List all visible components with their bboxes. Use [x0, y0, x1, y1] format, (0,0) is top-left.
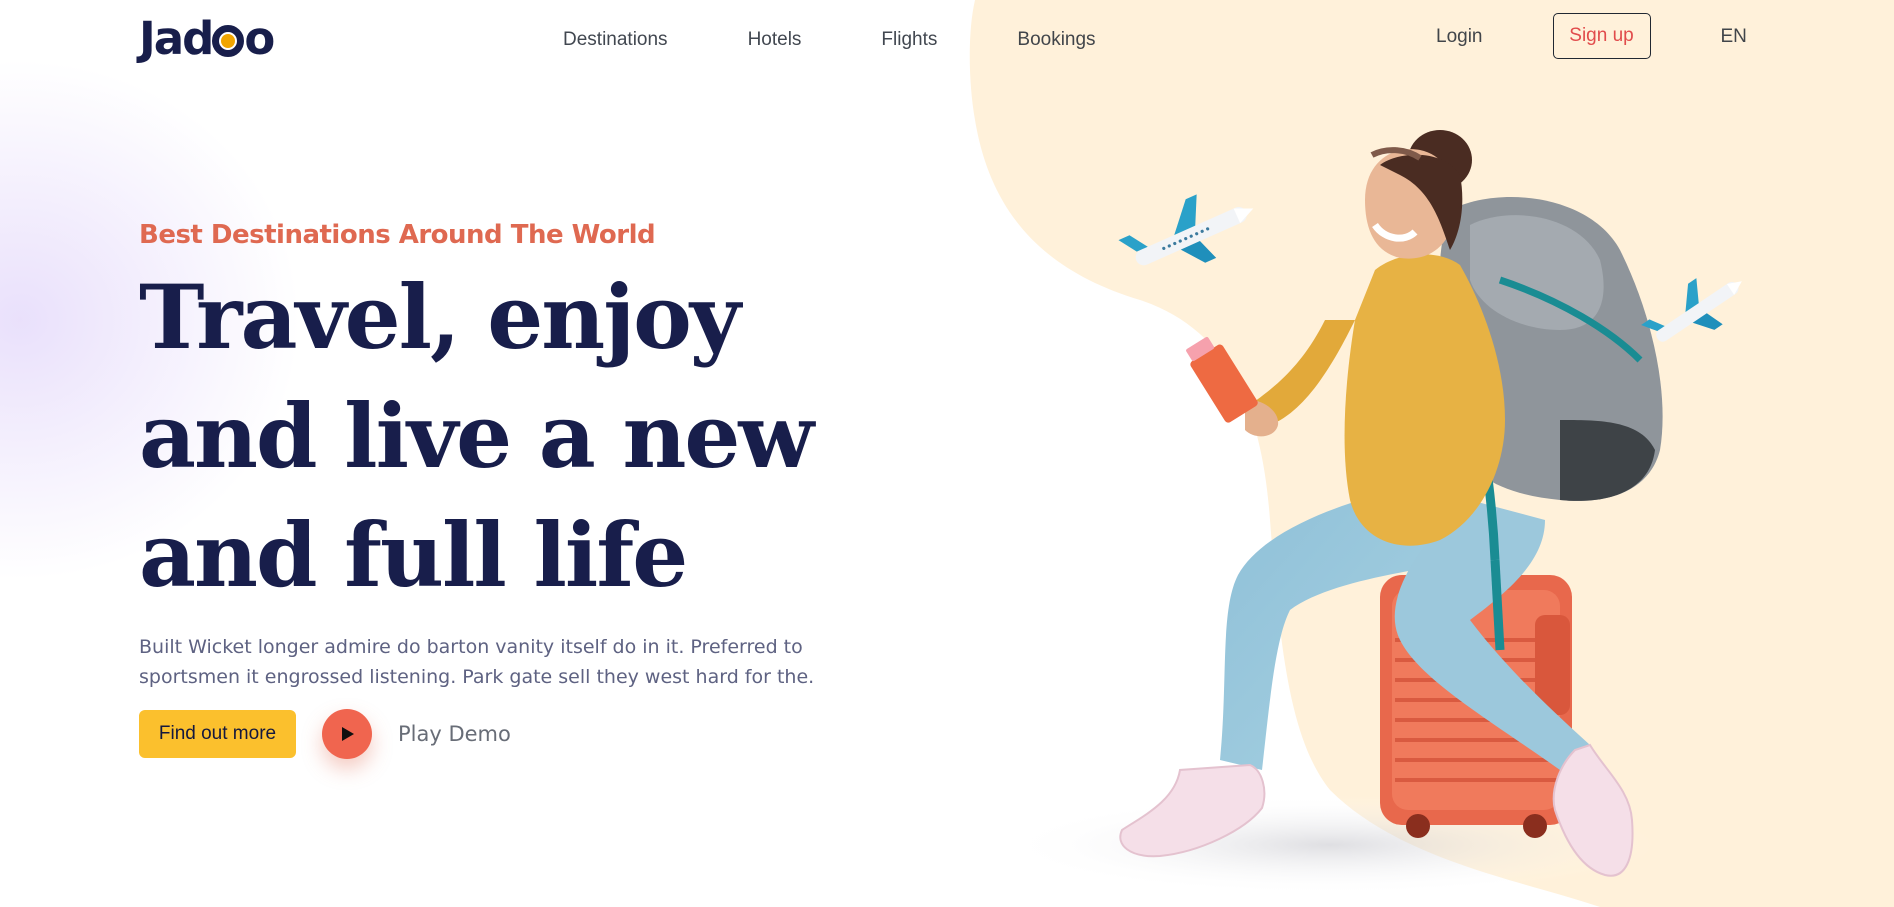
primary-nav: Destinations Hotels Flights Bookings [563, 26, 1176, 54]
headline-line-1: Travel, enjoy [139, 265, 741, 369]
headline-line-3: and full life [139, 503, 688, 607]
logo-text: Jad [139, 12, 214, 65]
nav-link-bookings[interactable]: Bookings [1017, 26, 1095, 54]
play-demo-button[interactable] [322, 709, 372, 759]
play-demo-label[interactable]: Play Demo [398, 722, 511, 746]
nav-link-flights[interactable]: Flights [881, 26, 937, 54]
landing-page: Jad o Destinations Hotels Flights Booking… [0, 0, 1894, 907]
login-link[interactable]: Login [1436, 26, 1483, 48]
headline-line-2: and live a new [139, 384, 814, 488]
signup-button[interactable]: Sign up [1552, 13, 1651, 59]
logo-text-end: o [244, 12, 275, 65]
hero-description: Built Wicket longer admire do barton van… [139, 636, 815, 688]
hero-eyebrow: Best Destinations Around The World [139, 220, 656, 250]
jadoo-logo[interactable]: Jad o [139, 10, 275, 68]
hero-headline: Travel, enjoy and live a new and full li… [139, 258, 899, 615]
account-nav: Login Sign up EN [1436, 13, 1747, 59]
logo-o-ring [212, 25, 245, 57]
play-icon [342, 727, 354, 741]
nav-link-destinations[interactable]: Destinations [563, 26, 668, 54]
language-selector[interactable]: EN [1721, 26, 1747, 48]
hero-actions: Find out more Play Demo [139, 709, 511, 759]
top-navigation: Jad o Destinations Hotels Flights Booking… [0, 0, 1894, 80]
nav-link-hotels[interactable]: Hotels [748, 26, 802, 54]
find-out-more-button[interactable]: Find out more [139, 710, 296, 758]
